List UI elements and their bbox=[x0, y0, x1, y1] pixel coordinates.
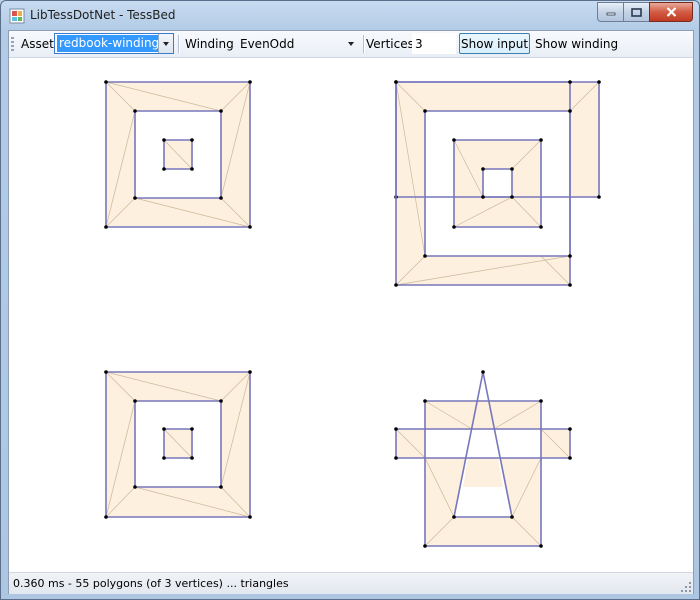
shape4-contour-square-vertex bbox=[423, 544, 427, 548]
asset-label: Asset bbox=[21, 37, 54, 51]
winding-label: Winding bbox=[185, 37, 234, 51]
shape2-overlap bbox=[512, 169, 541, 197]
app-window: LibTessDotNet - TessBed Asset redbook-wi… bbox=[0, 0, 700, 600]
shape4-contour-bar-vertex bbox=[568, 427, 572, 431]
vertices-label: Vertices bbox=[366, 37, 414, 51]
show-input-button[interactable]: Show input bbox=[459, 33, 530, 54]
shape4-contour-square-vertex bbox=[539, 399, 543, 403]
shape4-contour-spike-vertex bbox=[510, 515, 514, 519]
shape3-contour-2-vertex bbox=[219, 485, 223, 489]
app-grid-icon bbox=[9, 8, 25, 24]
shape1-contour-3-vertex bbox=[162, 138, 166, 142]
shape4-contour-spike-vertex bbox=[481, 370, 485, 374]
maximize-icon bbox=[631, 7, 642, 17]
status-text: 0.360 ms - 55 polygons (of 3 vertices) .… bbox=[13, 577, 289, 590]
shape1-contour-2-vertex bbox=[219, 196, 223, 200]
title-bar[interactable]: LibTessDotNet - TessBed bbox=[1, 1, 699, 30]
close-button[interactable] bbox=[649, 2, 693, 22]
shape1-contour-1-vertex bbox=[248, 225, 252, 229]
shape3-contour-2-vertex bbox=[219, 399, 223, 403]
winding-dropdown-arrow[interactable] bbox=[345, 35, 357, 52]
shape2-contour-1-vertex bbox=[597, 195, 601, 199]
shape3-contour-3-vertex bbox=[162, 456, 166, 460]
chevron-down-icon bbox=[348, 41, 354, 46]
shape1-contour-2-vertex bbox=[219, 109, 223, 113]
shape2-contour-5-vertex bbox=[510, 195, 514, 199]
toolbar: Asset redbook-winding Winding EvenOdd Ve… bbox=[9, 31, 693, 58]
shape3-contour-1-vertex bbox=[104, 515, 108, 519]
tessellation-drawing bbox=[104, 80, 601, 548]
shape2-contour-5-vertex bbox=[481, 167, 485, 171]
shape2-contour-5-vertex bbox=[510, 167, 514, 171]
shape2-contour-4-vertex bbox=[452, 225, 456, 229]
shape3-contour-1-vertex bbox=[248, 370, 252, 374]
window-title: LibTessDotNet - TessBed bbox=[30, 8, 176, 22]
shape2-contour-2-vertex bbox=[394, 80, 398, 84]
minimize-button[interactable] bbox=[597, 2, 623, 22]
toolbar-separator bbox=[178, 35, 180, 53]
shape1-contour-1-vertex bbox=[248, 80, 252, 84]
shape1-contour-2-vertex bbox=[133, 109, 137, 113]
close-icon bbox=[666, 7, 676, 17]
winding-dropdown[interactable]: EvenOdd bbox=[236, 33, 359, 54]
shape3-contour-3-vertex bbox=[190, 427, 194, 431]
asset-dropdown-arrow[interactable] bbox=[158, 34, 173, 53]
shape1-contour-1-vertex bbox=[104, 225, 108, 229]
shape2-contour-2-vertex bbox=[394, 283, 398, 287]
shape3-contour-3-vertex bbox=[190, 456, 194, 460]
maximize-button[interactable] bbox=[623, 2, 649, 22]
shape2-contour-4-vertex bbox=[452, 138, 456, 142]
shape2-contour-4-vertex bbox=[539, 225, 543, 229]
shape1-contour-3-vertex bbox=[190, 138, 194, 142]
shape3-contour-2-vertex bbox=[133, 399, 137, 403]
toolbar-grip[interactable] bbox=[11, 37, 14, 51]
tessellation-canvas[interactable] bbox=[9, 58, 693, 572]
shape4-contour-square-vertex bbox=[539, 544, 543, 548]
shape2-contour-3-vertex bbox=[568, 109, 572, 113]
shape2-contour-4-vertex bbox=[539, 138, 543, 142]
shape2-contour-3-vertex bbox=[568, 254, 572, 258]
vertices-input[interactable] bbox=[412, 33, 456, 54]
shape3-contour-1-vertex bbox=[104, 370, 108, 374]
chevron-down-icon bbox=[163, 41, 169, 46]
show-winding-button[interactable]: Show winding bbox=[535, 37, 618, 51]
shape1-contour-2-vertex bbox=[133, 196, 137, 200]
shape1-contour-1-vertex bbox=[104, 80, 108, 84]
shape4-contour-bar-vertex bbox=[394, 427, 398, 431]
shape4-contour-bar-vertex bbox=[394, 456, 398, 460]
shape3-contour-3-vertex bbox=[162, 427, 166, 431]
shape1-contour-3-vertex bbox=[162, 167, 166, 171]
shape4-contour-spike-vertex bbox=[452, 515, 456, 519]
shape2-contour-3-vertex bbox=[423, 109, 427, 113]
client-area: Asset redbook-winding Winding EvenOdd Ve… bbox=[8, 30, 694, 594]
shape2-contour-2-vertex bbox=[568, 80, 572, 84]
minimize-icon bbox=[606, 12, 615, 16]
shape3-contour-2-vertex bbox=[133, 485, 137, 489]
shape2-inner-hole bbox=[483, 169, 512, 197]
shape3-contour-1-vertex bbox=[248, 515, 252, 519]
resize-grip-icon[interactable] bbox=[681, 582, 691, 592]
asset-value: redbook-winding bbox=[57, 35, 159, 52]
shape2-contour-5-vertex bbox=[481, 195, 485, 199]
shape4-contour-square-vertex bbox=[423, 399, 427, 403]
status-bar: 0.360 ms - 55 polygons (of 3 vertices) .… bbox=[9, 572, 693, 594]
winding-value: EvenOdd bbox=[240, 36, 295, 51]
caption-buttons bbox=[597, 2, 693, 22]
asset-dropdown[interactable]: redbook-winding bbox=[54, 33, 174, 54]
shape2-contour-3-vertex bbox=[423, 254, 427, 258]
shape2-contour-2-vertex bbox=[568, 283, 572, 287]
shape2-contour-1-vertex bbox=[597, 80, 601, 84]
shape1-contour-3-vertex bbox=[190, 167, 194, 171]
toolbar-separator bbox=[363, 35, 365, 53]
shape4-contour-bar-vertex bbox=[568, 456, 572, 460]
shape4-spike-mid bbox=[463, 458, 503, 487]
